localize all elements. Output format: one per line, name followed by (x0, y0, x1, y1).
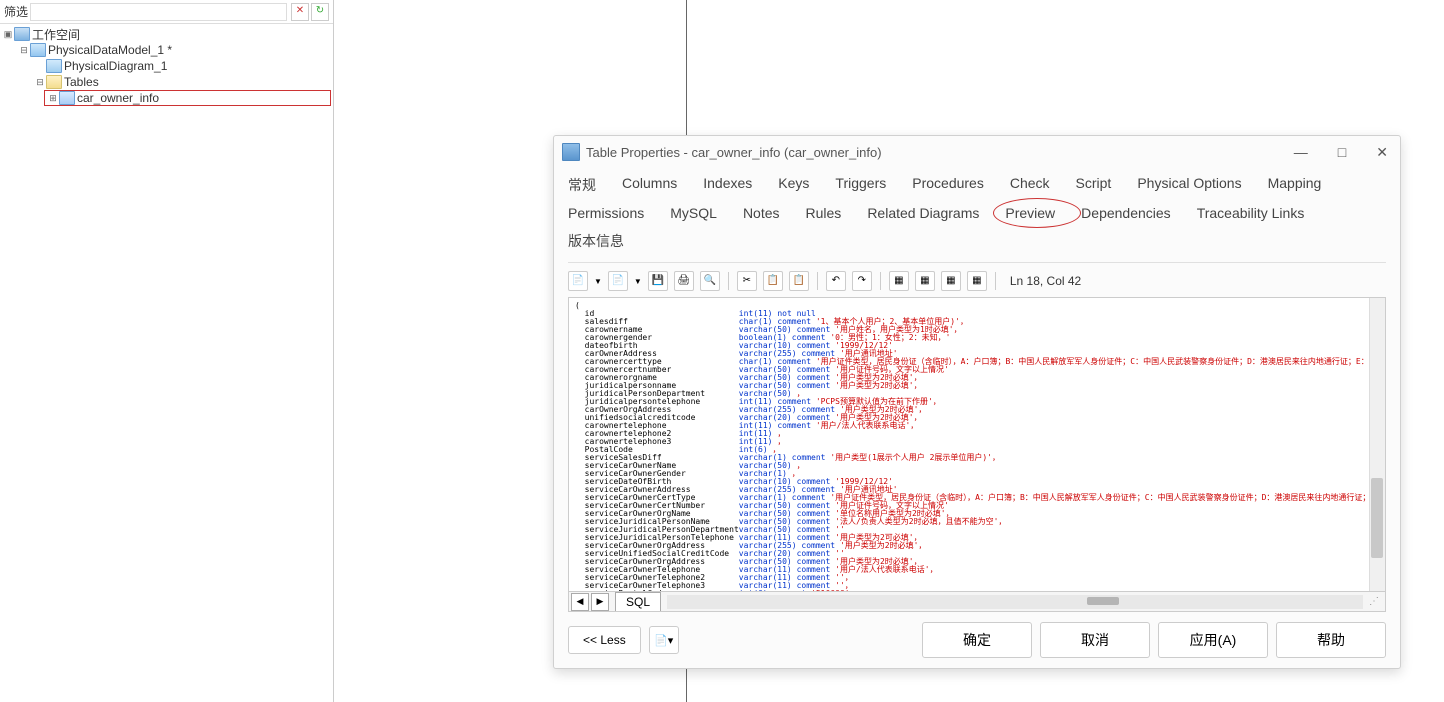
maximize-button[interactable]: □ (1334, 142, 1350, 163)
less-button[interactable]: << Less (568, 626, 641, 654)
close-button[interactable]: ✕ (1372, 142, 1392, 163)
sql-preview-area: ( id int(11) not null salesdiff char(1) … (568, 297, 1386, 612)
tool-opt2-icon[interactable]: ▦ (915, 271, 935, 291)
scrollbar-thumb[interactable] (1371, 478, 1383, 558)
table-properties-dialog: Table Properties - car_owner_info (car_o… (553, 135, 1401, 669)
tab-check[interactable]: Check (1010, 172, 1050, 198)
tab-prev-button[interactable]: ◀ (571, 593, 589, 611)
cancel-button[interactable]: 取消 (1040, 622, 1150, 658)
tree-label: Tables (64, 75, 99, 89)
apply-button[interactable]: 应用(A) (1158, 622, 1268, 658)
tab-版本信息[interactable]: 版本信息 (568, 228, 624, 254)
refresh-icon[interactable]: ↻ (311, 3, 329, 21)
tab-常规[interactable]: 常规 (568, 172, 596, 198)
tab-preview[interactable]: Preview (1005, 202, 1055, 224)
scrollbar-thumb[interactable] (1087, 597, 1119, 605)
diagram-icon (46, 59, 62, 73)
workspace-tree[interactable]: ▣ 工作空间 ⊟ PhysicalDataModel_1 * PhysicalD… (0, 24, 333, 108)
tool-cut-icon[interactable]: ✂ (737, 271, 757, 291)
cursor-position: Ln 18, Col 42 (1010, 274, 1081, 288)
tree-root[interactable]: ▣ 工作空间 (2, 26, 331, 42)
tree-panel: 筛选 ✕ ↻ ▣ 工作空间 ⊟ PhysicalDataModel_1 * Ph… (0, 0, 334, 702)
tool-print-icon[interactable]: 🖨 (674, 271, 694, 291)
filter-label: 筛选 (4, 3, 28, 20)
tree-table-car-owner-info[interactable]: ⊞ car_owner_info (44, 90, 331, 106)
tool-opt1-icon[interactable]: ▦ (889, 271, 909, 291)
tool-find-icon[interactable]: 🔍 (700, 271, 720, 291)
resize-grip-icon[interactable]: ⋰ (1369, 596, 1379, 607)
tab-indexes[interactable]: Indexes (703, 172, 752, 198)
table-icon (562, 143, 580, 161)
workspace-icon (14, 27, 30, 41)
expand-icon[interactable]: ⊞ (47, 93, 59, 104)
tab-procedures[interactable]: Procedures (912, 172, 984, 198)
ok-button[interactable]: 确定 (922, 622, 1032, 658)
minimize-button[interactable]: — (1290, 142, 1312, 163)
filter-bar: 筛选 ✕ ↻ (0, 0, 333, 24)
filter-clear-icon[interactable]: ✕ (291, 3, 309, 21)
tool-opt4-icon[interactable]: ▦ (967, 271, 987, 291)
tab-mysql[interactable]: MySQL (670, 202, 717, 224)
tab-columns[interactable]: Columns (622, 172, 677, 198)
tool-opt3-icon[interactable]: ▦ (941, 271, 961, 291)
sql-code[interactable]: ( id int(11) not null salesdiff char(1) … (569, 298, 1385, 591)
expand-icon[interactable]: ▣ (2, 29, 14, 40)
tree-tables-folder[interactable]: ⊟ Tables (2, 74, 331, 90)
preview-toolbar: 📄▼ 📄▼ 💾 🖨 🔍 ✂ 📋 📋 ↶ ↷ ▦ ▦ ▦ ▦ Ln 18, Col… (568, 262, 1386, 291)
collapse-icon[interactable]: ⊟ (34, 77, 46, 88)
tab-notes[interactable]: Notes (743, 202, 780, 224)
tab-triggers[interactable]: Triggers (835, 172, 886, 198)
tool-print-icon[interactable]: 📄 (568, 271, 588, 291)
collapse-icon[interactable]: ⊟ (18, 45, 30, 56)
tab-keys[interactable]: Keys (778, 172, 809, 198)
tool-undo-icon[interactable]: ↶ (826, 271, 846, 291)
tool-save-icon[interactable]: 💾 (648, 271, 668, 291)
dialog-footer: << Less 📄▾ 确定 取消 应用(A) 帮助 (554, 612, 1400, 668)
model-icon (30, 43, 46, 57)
code-tabstrip: ◀ ▶ SQL ⋰ (569, 591, 1385, 611)
vertical-scrollbar[interactable] (1369, 298, 1385, 591)
tool-new-icon[interactable]: 📄 (608, 271, 628, 291)
dialog-title: Table Properties - car_owner_info (car_o… (586, 145, 1290, 160)
tab-next-button[interactable]: ▶ (591, 593, 609, 611)
tab-related-diagrams[interactable]: Related Diagrams (867, 202, 979, 224)
tab-script[interactable]: Script (1076, 172, 1112, 198)
tab-traceability-links[interactable]: Traceability Links (1197, 202, 1305, 224)
sql-tab[interactable]: SQL (615, 592, 661, 611)
folder-icon (46, 75, 62, 89)
footer-tool-button[interactable]: 📄▾ (649, 626, 679, 654)
table-icon (59, 91, 75, 105)
tab-dependencies[interactable]: Dependencies (1081, 202, 1171, 224)
tool-redo-icon[interactable]: ↷ (852, 271, 872, 291)
tree-model[interactable]: ⊟ PhysicalDataModel_1 * (2, 42, 331, 58)
tool-copy-icon[interactable]: 📋 (763, 271, 783, 291)
tab-mapping[interactable]: Mapping (1268, 172, 1322, 198)
tree-diagram[interactable]: PhysicalDiagram_1 (2, 58, 331, 74)
tree-label: car_owner_info (77, 91, 159, 105)
tree-label: PhysicalDiagram_1 (64, 59, 167, 73)
tree-label: 工作空间 (32, 26, 80, 43)
help-button[interactable]: 帮助 (1276, 622, 1386, 658)
filter-input[interactable] (30, 3, 287, 21)
dialog-titlebar[interactable]: Table Properties - car_owner_info (car_o… (554, 136, 1400, 168)
dialog-tabs: 常规 Columns Indexes Keys Triggers Procedures Ch… (554, 168, 1400, 254)
tool-paste-icon[interactable]: 📋 (789, 271, 809, 291)
horizontal-scrollbar[interactable] (667, 595, 1363, 609)
tree-label: PhysicalDataModel_1 * (48, 43, 172, 57)
tab-permissions[interactable]: Permissions (568, 202, 644, 224)
tab-rules[interactable]: Rules (806, 202, 842, 224)
tab-physical-options[interactable]: Physical Options (1137, 172, 1241, 198)
